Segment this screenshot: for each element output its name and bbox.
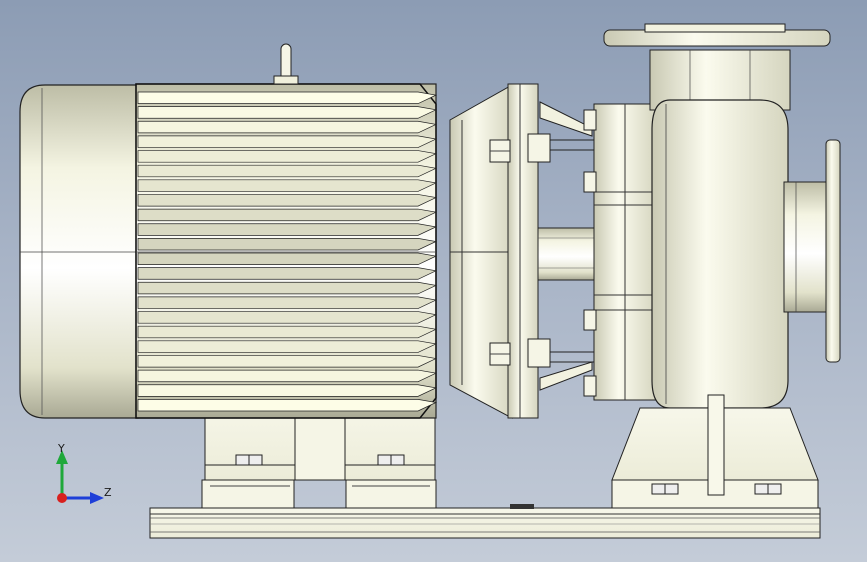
cooling-fin bbox=[137, 311, 438, 324]
cooling-fin bbox=[137, 120, 438, 134]
cooling-fin bbox=[137, 238, 438, 251]
cooling-fin bbox=[137, 399, 438, 412]
pump-shaft[interactable] bbox=[537, 227, 599, 281]
pump-support-foot[interactable] bbox=[611, 394, 819, 509]
motor-end-cap[interactable] bbox=[19, 84, 139, 419]
cooling-fin bbox=[137, 179, 438, 192]
cooling-fin bbox=[137, 325, 438, 339]
coordinate-triad: Y Z bbox=[44, 440, 114, 510]
cooling-fin bbox=[137, 91, 438, 104]
cooling-fin bbox=[137, 355, 438, 368]
z-axis-label: Z bbox=[104, 486, 112, 499]
cooling-fin bbox=[137, 135, 438, 148]
cooling-fin bbox=[137, 281, 438, 295]
cooling-fin bbox=[137, 369, 438, 383]
cooling-fin bbox=[137, 106, 438, 119]
cooling-fin bbox=[137, 384, 438, 397]
cooling-fin bbox=[137, 194, 438, 207]
lifting-eye[interactable] bbox=[273, 43, 299, 85]
pump-assembly-model[interactable] bbox=[0, 0, 867, 562]
volute-casing[interactable] bbox=[651, 99, 789, 409]
axis-triad-icon bbox=[56, 450, 104, 504]
discharge-outlet[interactable] bbox=[603, 23, 831, 111]
suction-inlet[interactable] bbox=[783, 139, 841, 363]
pump-bearing-housing[interactable] bbox=[583, 103, 657, 401]
y-axis-label: Y bbox=[58, 442, 65, 455]
base-rail[interactable] bbox=[149, 504, 821, 539]
cooling-fin bbox=[137, 208, 438, 222]
motor-body-fins[interactable] bbox=[135, 83, 438, 419]
cooling-fin bbox=[137, 150, 438, 163]
cooling-fin bbox=[137, 252, 438, 265]
cooling-fin bbox=[137, 296, 438, 309]
cad-3d-viewport[interactable]: Y Z bbox=[0, 0, 867, 562]
cooling-fin bbox=[137, 223, 438, 236]
cooling-fin bbox=[137, 267, 438, 280]
cooling-fin bbox=[137, 340, 438, 353]
cooling-fin bbox=[137, 164, 438, 178]
